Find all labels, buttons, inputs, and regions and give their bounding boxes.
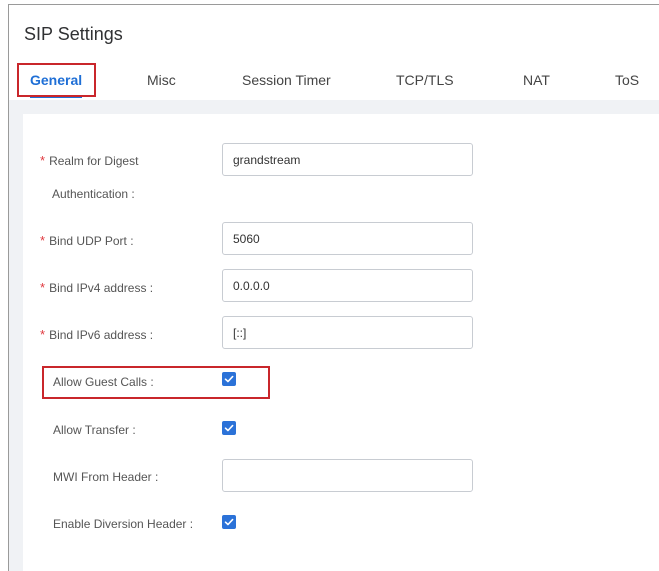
realm-label-line1: * Realm for Digest xyxy=(40,153,139,168)
ipv4-label: * Bind IPv4 address : xyxy=(40,280,154,295)
ipv4-input[interactable] xyxy=(222,269,473,302)
checkmark-icon xyxy=(224,518,234,526)
tab-tos[interactable]: ToS xyxy=(615,72,639,88)
required-marker: * xyxy=(40,153,46,168)
diversion-label: Enable Diversion Header : xyxy=(53,517,194,531)
realm-input[interactable] xyxy=(222,143,473,176)
mwi-input[interactable] xyxy=(222,459,473,492)
ipv6-label: * Bind IPv6 address : xyxy=(40,327,154,342)
transfer-checkbox[interactable] xyxy=(222,421,236,435)
mwi-label: MWI From Header : xyxy=(53,470,159,484)
tab-tcp-tls[interactable]: TCP/TLS xyxy=(396,72,454,88)
guest-calls-highlight xyxy=(42,366,270,399)
tab-session-timer[interactable]: Session Timer xyxy=(242,72,331,88)
udp-port-input[interactable] xyxy=(222,222,473,255)
required-marker: * xyxy=(40,327,46,342)
transfer-label: Allow Transfer : xyxy=(53,423,136,437)
realm-label-line2: Authentication : xyxy=(52,187,135,201)
ipv6-input[interactable] xyxy=(222,316,473,349)
udp-port-label: * Bind UDP Port : xyxy=(40,233,134,248)
diversion-checkbox[interactable] xyxy=(222,515,236,529)
required-marker: * xyxy=(40,233,46,248)
tab-misc[interactable]: Misc xyxy=(147,72,176,88)
checkmark-icon xyxy=(224,424,234,432)
content-left-margin xyxy=(9,114,23,571)
general-tab-highlight xyxy=(17,63,96,97)
content-top-margin xyxy=(9,100,659,114)
required-marker: * xyxy=(40,280,46,295)
tab-nat[interactable]: NAT xyxy=(523,72,550,88)
tab-bar: General Misc Session Timer TCP/TLS NAT T… xyxy=(9,60,659,100)
page-title: SIP Settings xyxy=(24,24,123,44)
